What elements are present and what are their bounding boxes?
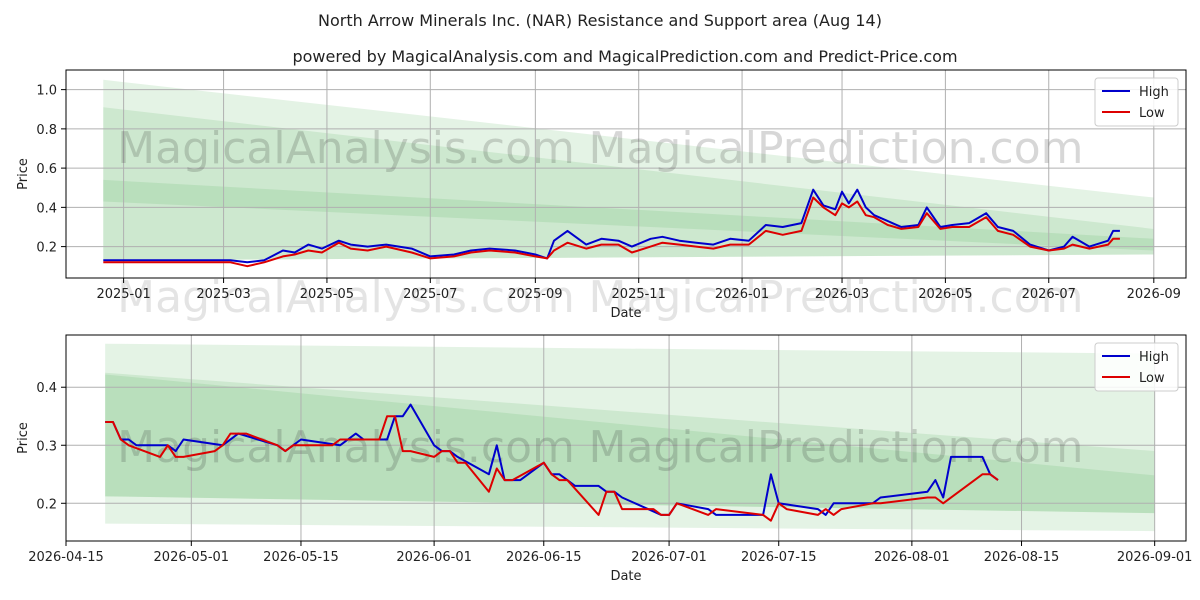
legend-label-high: High — [1139, 350, 1169, 365]
x-tick-label: 2026-04-15 — [28, 550, 104, 565]
x-axis-label: Date — [610, 569, 641, 584]
watermark-left: MagicalAnalysis.com — [117, 123, 575, 174]
y-tick-label: 0.4 — [36, 201, 57, 216]
watermark-right: MagicalPrediction.com — [589, 272, 1084, 323]
y-tick-label: 0.2 — [36, 241, 57, 256]
x-tick-label: 2026-07-01 — [631, 550, 707, 565]
x-tick-label: 2026-07-15 — [741, 550, 817, 565]
y-axis-label: Price — [16, 422, 31, 454]
y-tick-label: 0.4 — [36, 381, 57, 396]
x-tick-label: 2026-06-01 — [396, 550, 472, 565]
y-axis-label: Price — [16, 158, 31, 190]
x-axis-label: Date — [610, 306, 641, 321]
x-tick-label: 2026-08-15 — [984, 550, 1060, 565]
y-tick-label: 0.8 — [36, 123, 57, 138]
bottom-chart-panel: 2026-04-15 2026-05-01 2026-05-15 2026-06-01… — [16, 334, 1193, 584]
y-tick-label: 0.3 — [36, 439, 57, 454]
chart-title: North Arrow Minerals Inc. (NAR) Resistan… — [318, 11, 882, 30]
x-tick-label: 2026-06-15 — [506, 550, 582, 565]
x-tick-label: 2026-09 — [1127, 287, 1181, 302]
x-tick-label: 2026-05-01 — [154, 550, 230, 565]
legend-label-low: Low — [1139, 371, 1165, 386]
watermark-left: MagicalAnalysis.com — [117, 422, 575, 473]
y-tick-label: 0.2 — [36, 497, 57, 512]
chart-canvas: North Arrow Minerals Inc. (NAR) Resistan… — [16, 11, 1193, 584]
watermark-right: MagicalPrediction.com — [589, 422, 1084, 473]
legend-label-high: High — [1139, 85, 1169, 100]
x-tick-label: 2026-09-01 — [1117, 550, 1193, 565]
top-chart-panel: 2025-01 2025-03 2025-05 2025-07 2025-09 2025-… — [16, 69, 1187, 323]
y-tick-label: 1.0 — [36, 84, 57, 99]
watermark-right: MagicalPrediction.com — [589, 123, 1084, 174]
x-tick-label: 2026-05-15 — [263, 550, 339, 565]
legend-label-low: Low — [1139, 106, 1165, 121]
chart-subtitle: powered by MagicalAnalysis.com and Magic… — [292, 47, 957, 66]
watermark-left: MagicalAnalysis.com — [117, 272, 575, 323]
x-tick-label: 2026-08-01 — [874, 550, 950, 565]
y-tick-label: 0.6 — [36, 162, 57, 177]
